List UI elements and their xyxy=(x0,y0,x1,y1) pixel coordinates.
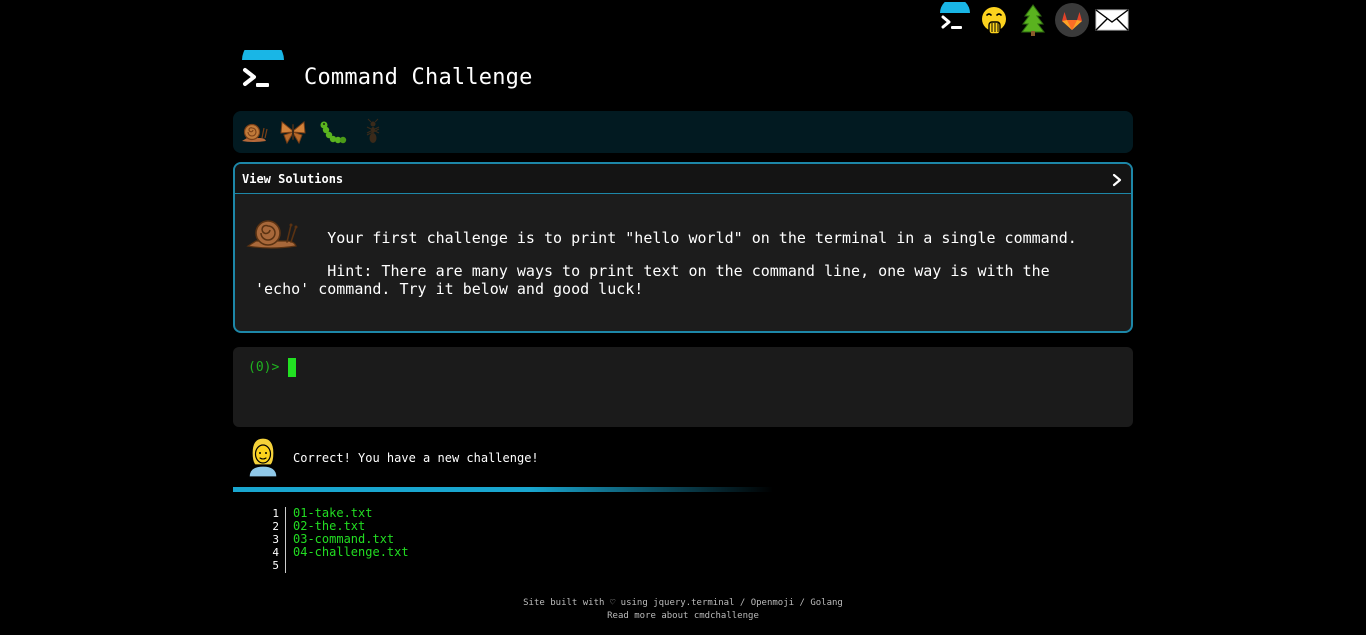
level-selector xyxy=(233,111,1133,153)
line-number: 5 xyxy=(272,559,279,572)
challenge-hint: Hint: There are many ways to print text … xyxy=(255,262,1050,298)
line-number: 4 xyxy=(272,546,279,559)
page-title: Command Challenge xyxy=(304,65,533,90)
footer-credits: Site built with ♡ using jquery.terminal … xyxy=(523,598,843,608)
feedback-message: Correct! You have a new challenge! xyxy=(293,451,539,465)
chevron-right-icon xyxy=(1112,173,1122,187)
line-number: 2 xyxy=(272,520,279,533)
page-header: Command Challenge xyxy=(233,48,1133,104)
terminal-input[interactable]: (0)> xyxy=(233,347,1133,427)
tree-icon[interactable] xyxy=(1015,2,1051,38)
list-item: 4 04-challenge.txt xyxy=(260,545,560,560)
read-more-link[interactable]: Read more about cmdchallenge xyxy=(607,611,759,621)
top-nav xyxy=(934,2,1134,40)
list-item: 5 xyxy=(260,559,560,572)
view-solutions-toggle[interactable]: View Solutions xyxy=(235,164,1131,194)
snail-icon[interactable] xyxy=(239,117,269,147)
challenge-panel: View Solutions Your first challenge is t… xyxy=(233,162,1133,333)
feedback-row: Correct! You have a new challenge! xyxy=(233,434,1133,480)
view-solutions-label: View Solutions xyxy=(242,172,344,186)
ant-icon[interactable] xyxy=(358,117,388,147)
progress-fill xyxy=(233,487,773,492)
face-with-hand-over-mouth-icon[interactable] xyxy=(976,2,1012,38)
gitlab-icon[interactable] xyxy=(1054,2,1090,38)
file-listing: 1 01-take.txt 2 02-the.txt 3 03-command.txt 4 0… xyxy=(260,507,560,573)
line-number: 1 xyxy=(272,507,279,520)
challenge-description: Your first challenge is to print "hello … xyxy=(327,229,1077,247)
footer: Site built with ♡ using jquery.terminal … xyxy=(233,597,1133,623)
terminal-logo-icon[interactable] xyxy=(239,50,287,96)
terminal-prompt: (0)> xyxy=(248,360,280,375)
butterfly-icon[interactable] xyxy=(278,117,308,147)
progress-bar xyxy=(233,487,773,492)
file-name: 04-challenge.txt xyxy=(293,545,409,559)
terminal-cursor xyxy=(288,358,296,377)
envelope-icon[interactable] xyxy=(1094,2,1130,38)
woman-avatar-icon xyxy=(248,437,278,478)
terminal-icon[interactable] xyxy=(937,2,973,38)
caterpillar-icon[interactable] xyxy=(318,117,348,147)
line-number: 3 xyxy=(272,533,279,546)
